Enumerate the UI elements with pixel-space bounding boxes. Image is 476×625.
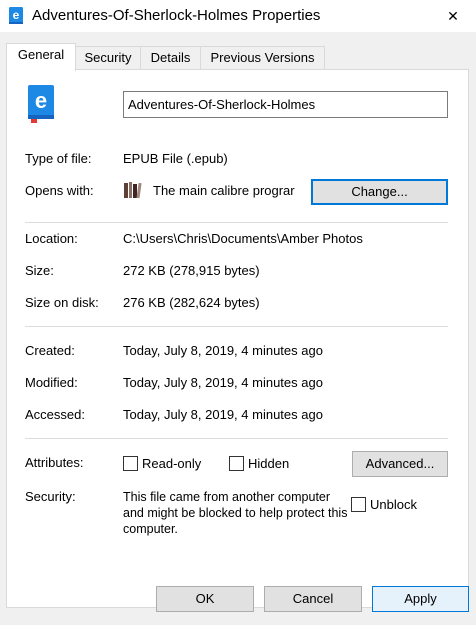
accessed-label: Accessed: [25,407,85,422]
security-warning-text: This file came from another computer and… [123,490,348,536]
tab-security[interactable]: Security [75,46,141,70]
calibre-books-icon [124,182,142,199]
modified-label: Modified: [25,375,78,390]
size-label: Size: [25,263,54,278]
title-bar: e Adventures-Of-Sherlock-Holmes Properti… [0,0,476,32]
size-on-disk-label: Size on disk: [25,295,99,310]
tab-previous-versions[interactable]: Previous Versions [200,46,325,70]
unblock-checkbox[interactable] [351,497,366,512]
advanced-button[interactable]: Advanced... [352,451,448,477]
security-label: Security: [25,489,76,504]
apply-button[interactable]: Apply [372,586,469,612]
divider [25,438,448,439]
accessed-value: Today, July 8, 2019, 4 minutes ago [123,407,323,422]
tab-general[interactable]: General [6,43,76,71]
opens-with-label: Opens with: [25,183,94,198]
window-title: Adventures-Of-Sherlock-Holmes Properties [32,7,321,24]
close-icon: ✕ [447,7,459,24]
unblock-label[interactable]: Unblock [370,497,417,513]
size-value: 272 KB (278,915 bytes) [123,263,260,278]
hidden-checkbox[interactable] [229,456,244,471]
svg-text:e: e [13,8,20,22]
change-button[interactable]: Change... [311,179,448,205]
divider [25,222,448,223]
opens-with-value: The main calibre prograr [153,183,295,198]
created-value: Today, July 8, 2019, 4 minutes ago [123,343,323,358]
read-only-label[interactable]: Read-only [142,456,201,472]
location-label: Location: [25,231,78,246]
modified-value: Today, July 8, 2019, 4 minutes ago [123,375,323,390]
close-button[interactable]: ✕ [430,0,476,32]
epub-book-icon: e [28,85,54,123]
ok-button[interactable]: OK [156,586,254,612]
dialog-body: General Security Details Previous Versio… [0,32,476,625]
svg-text:e: e [35,88,47,113]
read-only-checkbox[interactable] [123,456,138,471]
attributes-label: Attributes: [25,455,84,470]
tab-details[interactable]: Details [140,46,201,70]
size-on-disk-value: 276 KB (282,624 bytes) [123,295,260,310]
hidden-label[interactable]: Hidden [248,456,289,472]
location-value: C:\Users\Chris\Documents\Amber Photos [123,231,363,246]
divider [25,326,448,327]
type-of-file-value: EPUB File (.epub) [123,151,228,166]
cancel-button[interactable]: Cancel [264,586,362,612]
epub-book-icon: e [9,7,23,24]
type-of-file-label: Type of file: [25,151,92,166]
created-label: Created: [25,343,75,358]
file-name-input[interactable]: Adventures-Of-Sherlock-Holmes [123,91,448,118]
